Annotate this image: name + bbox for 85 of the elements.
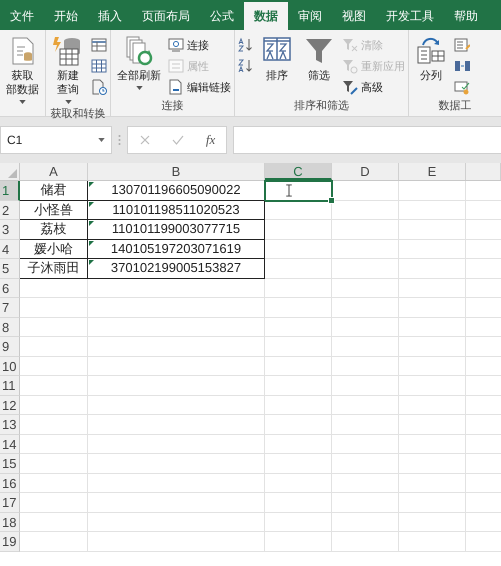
table-cell: 荔枝 xyxy=(40,221,66,236)
group-label: 排序和筛选 xyxy=(294,100,349,112)
advanced-filter-icon xyxy=(342,79,358,95)
ribbon-tab[interactable]: 帮助 xyxy=(444,2,488,30)
reapply-filter-icon xyxy=(342,58,358,74)
group-label: 获取和转换 xyxy=(50,108,106,120)
ribbon-button[interactable]: 高级 xyxy=(342,79,405,95)
table-cell: 130701196605090022 xyxy=(111,182,241,197)
clear-filter-icon xyxy=(342,37,358,53)
button-label: 查询 xyxy=(57,83,79,97)
ribbon-button[interactable]: 筛选 xyxy=(300,33,338,98)
table-cell: 小怪兽 xyxy=(34,202,73,216)
name-box[interactable]: C1 xyxy=(0,126,112,154)
remove-duplicates-icon[interactable] xyxy=(454,58,470,74)
row-header[interactable]: 10 xyxy=(0,356,20,376)
flash-fill-icon[interactable] xyxy=(454,37,470,53)
ribbon-tab[interactable]: 开发工具 xyxy=(376,2,444,30)
column-header[interactable]: E xyxy=(399,163,466,180)
table-icon[interactable] xyxy=(91,37,107,53)
ribbon-button[interactable]: 新建 查询 xyxy=(49,33,87,106)
document-clock-icon[interactable] xyxy=(91,79,107,95)
ribbon-tab[interactable]: 文件 xyxy=(0,2,44,30)
row-header[interactable]: 13 xyxy=(0,415,20,434)
insert-function-button[interactable]: fx xyxy=(206,132,216,148)
row-header[interactable]: 3 xyxy=(0,220,20,240)
ribbon-tab[interactable]: 公式 xyxy=(200,2,244,30)
row-header[interactable]: 5 xyxy=(0,259,20,278)
grid-icon[interactable] xyxy=(91,58,107,74)
table-cell: 媛小哈 xyxy=(34,240,73,256)
ribbon-button[interactable]: 分列 xyxy=(412,33,450,98)
row-header[interactable]: 1 xyxy=(0,181,20,200)
grip-icon xyxy=(118,134,121,146)
check-icon[interactable] xyxy=(172,134,184,146)
group-label: 连接 xyxy=(162,100,184,112)
ribbon-tab[interactable]: 开始 xyxy=(44,2,88,30)
ribbon-button[interactable]: 排序 xyxy=(258,33,296,98)
row-header[interactable]: 18 xyxy=(0,512,20,532)
row-header[interactable]: 4 xyxy=(0,240,20,259)
sort-ascending-icon[interactable] xyxy=(238,37,254,53)
formula-input[interactable] xyxy=(233,126,501,154)
sort-descending-icon[interactable] xyxy=(238,58,254,74)
ribbon-tab[interactable]: 数据 xyxy=(244,2,288,30)
button-label: 排序 xyxy=(266,69,288,83)
ribbon-tab[interactable]: 页面布局 xyxy=(132,2,200,30)
button-label: 全部刷新 xyxy=(117,69,161,83)
row-header[interactable]: 7 xyxy=(0,298,20,318)
table-cell: 110101198511020523 xyxy=(112,202,240,216)
ribbon-tab[interactable]: 审阅 xyxy=(288,2,332,30)
row-header[interactable]: 14 xyxy=(0,434,20,454)
button-label: 获取 xyxy=(12,69,34,83)
ribbon-button[interactable]: 编辑链接 xyxy=(168,79,231,95)
row-header[interactable]: 9 xyxy=(0,337,20,356)
row-header[interactable]: 19 xyxy=(0,532,20,552)
ribbon-tab[interactable]: 视图 xyxy=(332,2,376,30)
button-label: 部数据 xyxy=(6,83,39,97)
ribbon-button[interactable]: 全部刷新 xyxy=(114,33,164,98)
ribbon-button[interactable]: 连接 xyxy=(168,37,231,53)
cell-cursor[interactable] xyxy=(264,180,333,202)
data-validation-icon[interactable] xyxy=(454,79,470,95)
column-header[interactable]: D xyxy=(332,163,399,180)
table-cell: 储君 xyxy=(40,182,66,197)
button-label: 新建 xyxy=(57,69,79,83)
button-label: 筛选 xyxy=(308,69,330,83)
row-header[interactable]: 11 xyxy=(0,376,20,396)
row-header[interactable]: 12 xyxy=(0,396,20,415)
table-cell: 子沐雨田 xyxy=(28,260,80,275)
ribbon-tab[interactable]: 插入 xyxy=(88,2,132,30)
document-link-icon xyxy=(168,79,184,95)
column-header[interactable]: A xyxy=(20,163,88,180)
row-header[interactable]: 8 xyxy=(0,318,20,337)
row-header[interactable]: 6 xyxy=(0,278,20,298)
table-cell: 370102199005153827 xyxy=(110,260,242,275)
table-cell: 140105197203071619 xyxy=(110,240,242,256)
column-header[interactable]: C xyxy=(265,163,332,180)
row-header[interactable]: 16 xyxy=(0,474,20,493)
row-header[interactable]: 15 xyxy=(0,454,20,474)
list-icon xyxy=(168,58,184,74)
button-label: 分列 xyxy=(420,69,442,83)
table-cell: 110101199003077715 xyxy=(112,221,240,236)
row-header[interactable]: 17 xyxy=(0,493,20,512)
ribbon-button[interactable]: 获取 部数据 xyxy=(3,33,42,106)
row-header[interactable]: 2 xyxy=(0,200,20,220)
text-cursor-icon xyxy=(286,184,292,198)
monitor-icon xyxy=(168,37,184,53)
group-label: 数据工 xyxy=(438,100,472,112)
